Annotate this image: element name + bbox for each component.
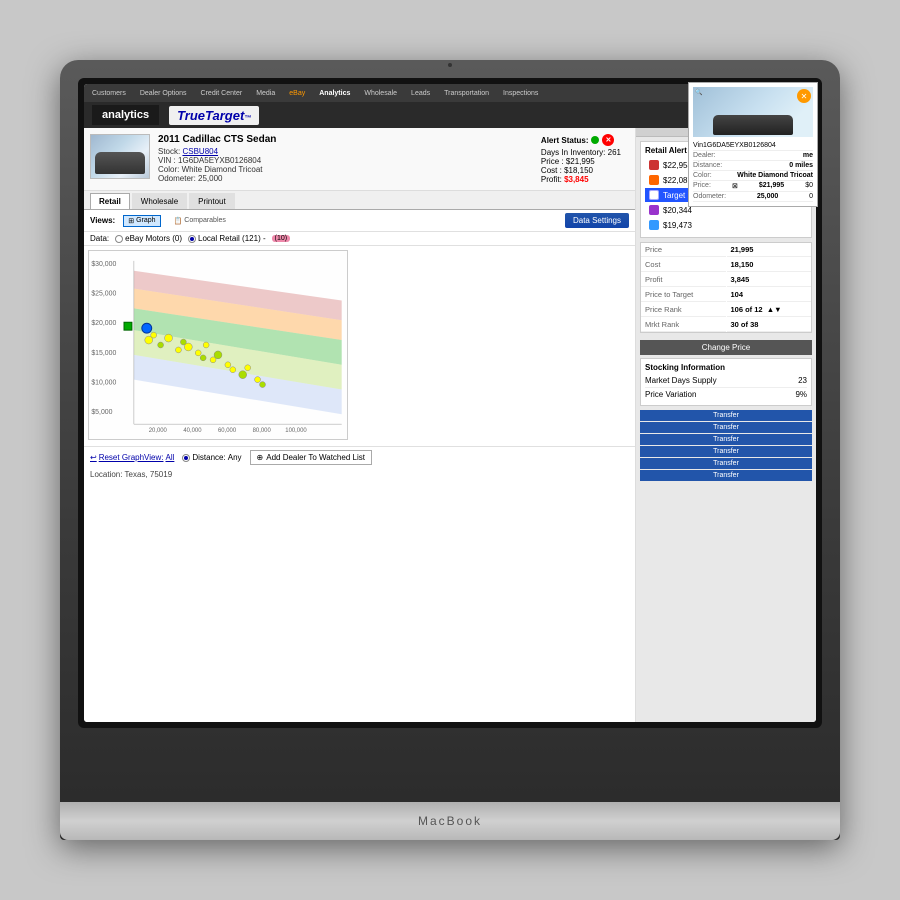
transfer-btn-2[interactable]: Transfer xyxy=(640,422,812,433)
profit-value: $3,845 xyxy=(564,175,588,184)
market-days-value: 23 xyxy=(798,376,807,385)
vin-row: VIN : 1G6DA5EYXB0126804 xyxy=(158,156,276,165)
transfer-btn-3[interactable]: Transfer xyxy=(640,434,812,445)
nav-leads[interactable]: Leads xyxy=(407,88,434,99)
count-badge: (10) xyxy=(272,235,290,242)
alert-status-mini: Alert Status: ✕ Days In Inventory: 261 P… xyxy=(533,134,629,184)
orange-dot xyxy=(649,175,659,185)
chart-container: $30,000 $25,000 $20,000 $15,000 $10,000 … xyxy=(88,250,348,440)
comparables-btn[interactable]: 📋 Comparables xyxy=(169,216,231,226)
svg-text:$30,000: $30,000 xyxy=(91,261,116,268)
local-retail-option[interactable]: Local Retail (121) - xyxy=(188,234,266,243)
nav-wholesale[interactable]: Wholesale xyxy=(360,88,401,99)
svg-text:$10,000: $10,000 xyxy=(91,380,116,387)
vehicle-title: 2011 Cadillac CTS Sedan xyxy=(158,134,276,145)
laptop-base: MacBook xyxy=(60,802,840,840)
svg-text:$15,000: $15,000 xyxy=(91,350,116,357)
transfer-buttons: Transfer Transfer Transfer Transfer Tran… xyxy=(640,410,812,481)
purple-dot xyxy=(649,205,659,215)
price-rank-label-cell: Price Rank xyxy=(641,303,726,317)
nav-credit-center[interactable]: Credit Center xyxy=(197,88,247,99)
transfer-btn-1[interactable]: Transfer xyxy=(640,410,812,421)
right-sidebar: Print Retail Alert Status $22,958 xyxy=(636,128,816,722)
market-days-label: Market Days Supply xyxy=(645,376,717,385)
svg-text:$5,000: $5,000 xyxy=(91,409,112,416)
chart-bottom: ↩ Reset GraphView: All Distance: Any ⊕ A… xyxy=(84,446,635,468)
data-row: Data: eBay Motors (0) Local Retail (121)… xyxy=(84,232,635,246)
ebay-motors-option[interactable]: eBay Motors (0) xyxy=(115,234,182,243)
nav-customers[interactable]: Customers xyxy=(88,88,130,99)
price-variation-label: Price Variation xyxy=(645,390,696,399)
local-retail-radio[interactable] xyxy=(188,235,196,243)
odometer-row: Odometer: 25,000 xyxy=(158,174,276,183)
cost-value-cell: 18,150 xyxy=(727,258,812,272)
chart-area: $30,000 $25,000 $20,000 $15,000 $10,000 … xyxy=(84,246,635,446)
price-label-cell: Price xyxy=(641,243,726,257)
target-dot xyxy=(649,190,659,200)
stock-link[interactable]: CSBU804 xyxy=(182,147,218,156)
reset-graphview-btn[interactable]: ↩ Reset GraphView: All xyxy=(90,453,174,462)
stocking-title: Stocking Information xyxy=(645,363,807,372)
scatter-chart: $30,000 $25,000 $20,000 $15,000 $10,000 … xyxy=(89,251,347,439)
svg-text:100,000: 100,000 xyxy=(285,428,307,434)
red-dot xyxy=(649,160,659,170)
profit-value-cell: 3,845 xyxy=(727,273,812,287)
blue-dot xyxy=(649,220,659,230)
left-panel: 2011 Cadillac CTS Sedan Stock: CSBU804 V… xyxy=(84,128,636,722)
svg-text:40,000: 40,000 xyxy=(183,428,202,434)
nav-ebay[interactable]: eBay xyxy=(285,88,309,99)
ebay-radio[interactable] xyxy=(115,235,123,243)
tab-printout[interactable]: Printout xyxy=(189,193,235,209)
add-dealer-btn[interactable]: ⊕ Add Dealer To Watched List xyxy=(250,450,372,465)
nav-transportation[interactable]: Transportation xyxy=(440,88,493,99)
stats-grid: Price 21,995 Cost 18,150 xyxy=(640,242,812,333)
main-content: 2011 Cadillac CTS Sedan Stock: CSBU804 V… xyxy=(84,128,816,722)
price-rank-value-cell: 106 of 12 ▲▼ xyxy=(727,303,812,317)
graph-view-btn[interactable]: ⊞ Graph xyxy=(123,215,160,227)
svg-text:80,000: 80,000 xyxy=(253,428,272,434)
stock-row: Stock: CSBU804 xyxy=(158,147,276,156)
color-row: Color: White Diamond Tricoat xyxy=(158,165,276,174)
change-price-btn[interactable]: Change Price xyxy=(640,340,812,355)
alert-close-btn[interactable]: ✕ xyxy=(602,134,614,146)
rank-arrows[interactable]: ▲▼ xyxy=(767,305,782,314)
alert-dot xyxy=(591,136,599,144)
tab-wholesale[interactable]: Wholesale xyxy=(132,193,187,209)
nav-inspections[interactable]: Inspections xyxy=(499,88,542,99)
views-label: Views: xyxy=(90,216,115,225)
distance-option[interactable]: Distance: Any xyxy=(182,453,241,462)
stocking-section: Stocking Information Market Days Supply … xyxy=(640,358,812,406)
nav-dealer-options[interactable]: Dealer Options xyxy=(136,88,191,99)
profit-label-cell: Profit xyxy=(641,273,726,287)
data-settings-btn[interactable]: Data Settings xyxy=(565,213,629,228)
svg-text:$20,000: $20,000 xyxy=(91,320,116,327)
mrkt-rank-value-cell: 30 of 38 xyxy=(727,318,812,332)
transfer-btn-4[interactable]: Transfer xyxy=(640,446,812,457)
price-value-cell: 21,995 xyxy=(727,243,812,257)
location-row: Location: Texas, 75019 xyxy=(84,468,635,481)
svg-text:60,000: 60,000 xyxy=(218,428,237,434)
nav-analytics[interactable]: Analytics xyxy=(315,88,354,99)
svg-text:$25,000: $25,000 xyxy=(91,291,116,298)
cost-label-cell: Cost xyxy=(641,258,726,272)
vehicle-info: 2011 Cadillac CTS Sedan Stock: CSBU804 V… xyxy=(84,128,635,191)
svg-text:20,000: 20,000 xyxy=(149,428,168,434)
car-image xyxy=(90,134,150,179)
transfer-btn-5[interactable]: Transfer xyxy=(640,458,812,469)
controls-row: Views: ⊞ Graph 📋 Comparables Data Settin… xyxy=(84,210,635,232)
mrkt-rank-label-cell: Mrkt Rank xyxy=(641,318,726,332)
tabs-row: Retail Wholesale Printout xyxy=(84,191,635,210)
transfer-btn-6[interactable]: Transfer xyxy=(640,470,812,481)
analytics-label: analytics xyxy=(92,105,159,125)
price-badge-5: $19,473 xyxy=(645,218,807,232)
price-to-target-value-cell: 104 xyxy=(727,288,812,302)
price-to-target-label-cell: Price to Target xyxy=(641,288,726,302)
macbook-label: MacBook xyxy=(418,814,482,828)
nav-media[interactable]: Media xyxy=(252,88,279,99)
truetarget-logo: TrueTarget™ xyxy=(169,106,259,125)
data-label: Data: xyxy=(90,234,109,243)
vehicle-details: 2011 Cadillac CTS Sedan Stock: CSBU804 V… xyxy=(158,134,276,184)
tab-retail[interactable]: Retail xyxy=(90,193,130,209)
price-variation-value: 9% xyxy=(795,390,807,399)
